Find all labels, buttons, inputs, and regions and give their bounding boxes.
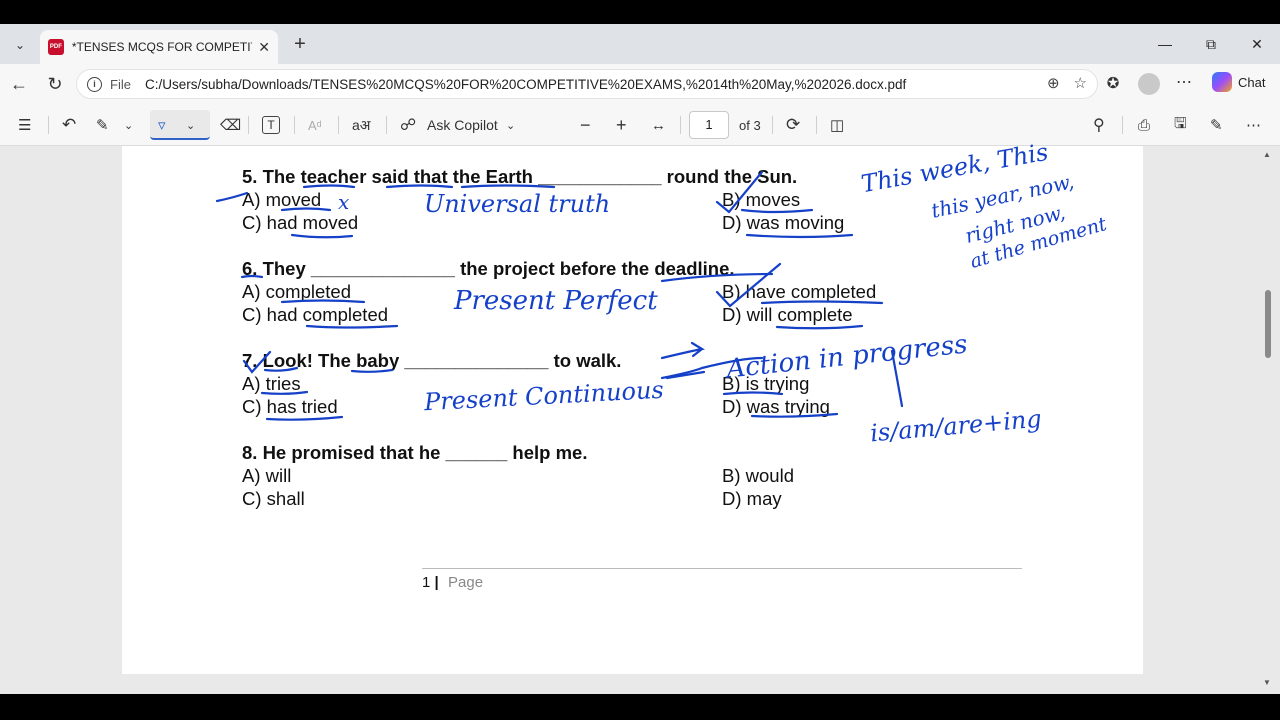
toolbar-divider	[816, 116, 817, 134]
footer-divider	[422, 568, 1022, 569]
question-8: 8. He promised that he ______ help me.	[242, 442, 588, 463]
info-icon[interactable]: i	[87, 76, 102, 92]
page-count: of 3	[739, 118, 761, 133]
footer-page-label: Page	[448, 574, 484, 591]
back-icon[interactable]: ←	[6, 72, 32, 96]
ask-copilot-button[interactable]: Ask Copilot	[427, 114, 498, 136]
toolbar-divider	[294, 116, 295, 134]
refresh-icon[interactable]: ↻	[42, 72, 68, 96]
text-icon[interactable]: T	[262, 116, 280, 134]
toolbar-divider	[338, 116, 339, 134]
toolbar-divider	[1122, 116, 1123, 134]
plus-icon[interactable]: +	[288, 33, 312, 55]
rotate-icon[interactable]: ⟳	[786, 114, 800, 136]
contents-icon[interactable]: ☰	[18, 114, 31, 136]
favorite-star-icon[interactable]: ☆	[1074, 74, 1087, 92]
search-icon[interactable]: ⚲	[1093, 114, 1105, 136]
option-d: D) was moving	[722, 212, 845, 233]
chevron-down-icon[interactable]: ⌄	[506, 114, 515, 136]
text-size-icon: Aᵈ	[308, 117, 322, 133]
navigation-bar: ← ↻ i File C:/Users/subha/Downloads/TENS…	[0, 64, 1280, 104]
question-5: 5. The teacher said that the Earth _____…	[242, 166, 798, 187]
zoom-in-icon[interactable]: +	[616, 114, 627, 136]
option-a: A) tries	[242, 373, 301, 394]
zoom-icon[interactable]: ⊕	[1047, 74, 1060, 92]
copilot-icon[interactable]: ☍	[400, 114, 416, 136]
page-number-input[interactable]: 1	[689, 111, 729, 139]
save-icon[interactable]: 🖫	[1174, 114, 1187, 136]
page-view-icon[interactable]: ◫	[830, 114, 844, 136]
copilot-icon	[1212, 72, 1232, 92]
option-c: C) had completed	[242, 304, 389, 325]
close-window-icon[interactable]: ✕	[1242, 32, 1272, 56]
footer-page-number: 1 |	[422, 574, 439, 591]
url-text[interactable]: C:/Users/subha/Downloads/TENSES%20MCQS%2…	[145, 77, 1025, 92]
restore-icon[interactable]: ⧉	[1196, 32, 1226, 56]
scroll-down-icon[interactable]: ▼	[1263, 678, 1271, 687]
eraser-icon[interactable]: ⌫	[220, 114, 241, 136]
option-d: D) will complete	[722, 304, 853, 325]
pdf-icon: PDF	[48, 39, 64, 55]
chevron-down-icon[interactable]: ⌄	[124, 114, 133, 136]
minimize-icon[interactable]: —	[1150, 32, 1180, 56]
pdf-page: 5. The teacher said that the Earth _____…	[122, 138, 1143, 674]
option-b: B) would	[722, 465, 794, 486]
file-label: File	[110, 76, 131, 92]
profile-icon[interactable]	[1138, 73, 1160, 95]
option-d: D) may	[722, 488, 782, 509]
question-7: 7. Look! The baby ______________ to walk…	[242, 350, 622, 371]
undo-icon[interactable]: ↶	[62, 114, 76, 136]
save-as-icon[interactable]: ✎	[1210, 114, 1223, 136]
more-icon[interactable]: ⋯	[1246, 114, 1261, 136]
browser-window: ⌄ PDF *TENSES MCQS FOR COMPETITIVE EXAMS…	[0, 24, 1280, 694]
chevron-down-icon[interactable]: ⌄	[186, 114, 195, 136]
vertical-scrollbar[interactable]: ▲ ▼	[1262, 146, 1274, 694]
close-icon[interactable]: ✕	[258, 39, 270, 56]
ink-action-in-progress: Action in progress	[725, 329, 969, 385]
favorites-icon[interactable]: ✪	[1100, 72, 1126, 96]
chat-label: Chat	[1238, 74, 1266, 90]
active-tab[interactable]: PDF *TENSES MCQS FOR COMPETITIVE EXAMS, …	[40, 30, 278, 64]
tab-title: *TENSES MCQS FOR COMPETITIVE EXAMS, 14th…	[71, 40, 252, 54]
ink-is-am-are: is/am/are+ing	[869, 404, 1043, 448]
pdf-toolbar: ☰ ↶ ✎ ⌄ ▿ ⌄ ⌫ T Aᵈ aअ ☍ Ask Copilot ⌄ − …	[0, 104, 1280, 146]
fit-icon[interactable]: ↔	[651, 114, 666, 136]
question-6: 6. They ______________ the project befor…	[242, 258, 735, 279]
option-b: B) moves	[722, 189, 801, 210]
ink-universal-truth: Universal truth	[424, 190, 611, 218]
more-icon[interactable]: ⋯	[1176, 72, 1192, 92]
option-c: C) has tried	[242, 396, 338, 417]
option-a: A) moved	[242, 189, 322, 210]
option-c: C) had moved	[242, 212, 359, 233]
toolbar-divider	[772, 116, 773, 134]
option-a: A) will	[242, 465, 292, 486]
copilot-chat-button[interactable]: Chat	[1212, 72, 1265, 92]
ink-present-perfect: Present Perfect	[454, 286, 658, 316]
option-b: B) have completed	[722, 281, 877, 302]
read-aloud-icon[interactable]: aअ	[352, 114, 370, 136]
toolbar-divider	[248, 116, 249, 134]
option-a: A) completed	[242, 281, 351, 302]
ink-present-continuous: Present Continuous	[423, 375, 665, 417]
toolbar-divider	[386, 116, 387, 134]
toolbar-divider	[48, 116, 49, 134]
zoom-out-icon[interactable]: −	[580, 114, 591, 136]
document-viewport[interactable]: 5. The teacher said that the Earth _____…	[0, 138, 1280, 694]
draw-icon[interactable]: ▿	[158, 114, 166, 136]
toolbar-divider	[680, 116, 681, 134]
highlight-icon[interactable]: ✎	[96, 114, 109, 136]
option-c: C) shall	[242, 488, 305, 509]
address-bar[interactable]: i File C:/Users/subha/Downloads/TENSES%2…	[76, 69, 1098, 99]
tab-actions-icon[interactable]: ⌄	[6, 32, 34, 58]
scroll-up-icon[interactable]: ▲	[1263, 150, 1271, 159]
option-d: D) was trying	[722, 396, 830, 417]
scroll-thumb[interactable]	[1265, 290, 1271, 358]
print-icon[interactable]: ⎙	[1138, 114, 1150, 136]
ink-x-mark: x	[338, 190, 350, 214]
tab-strip: ⌄ PDF *TENSES MCQS FOR COMPETITIVE EXAMS…	[0, 24, 1280, 64]
